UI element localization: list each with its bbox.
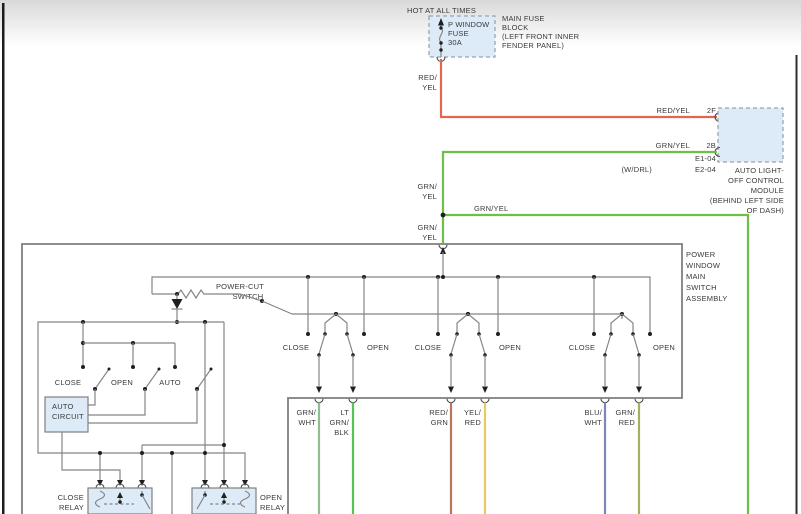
grn-yel-upper-label1: GRN/ <box>417 182 437 191</box>
open-relay-label-line1: OPEN <box>260 493 282 502</box>
conn-ref-e1: E1-04 <box>695 154 716 163</box>
group2-open-label: OPEN <box>499 343 521 352</box>
grn-yel-lower-label1: GRN/ <box>417 223 437 232</box>
pin-2f-label: 2F <box>707 106 716 115</box>
grn-yel-junction-dot <box>441 213 446 218</box>
blu-wht-label-line1: BLU/ <box>585 408 603 417</box>
blu-wht-label-line2: WHT <box>584 418 602 427</box>
fuse-block-label-line3: (LEFT FRONT INNER <box>502 32 580 41</box>
group2-close-label: CLOSE <box>415 343 441 352</box>
wdrl-label: (W/DRL) <box>621 165 652 174</box>
yel-red-label-line2: RED <box>465 418 482 427</box>
grn-yel-branch-label: GRN/YEL <box>474 204 508 213</box>
wiring-diagram-page: HOT AT ALL TIMES P WINDOW FUSE 30A MAIN … <box>0 0 801 514</box>
wiring-diagram: HOT AT ALL TIMES P WINDOW FUSE 30A MAIN … <box>0 0 801 514</box>
page-background <box>0 0 801 514</box>
hot-at-all-times-label: HOT AT ALL TIMES <box>407 6 476 15</box>
red-yel-v-label1: RED/ <box>418 73 437 82</box>
grn-yel-lower-label2: YEL <box>422 233 437 242</box>
fuse-name-line2: FUSE <box>448 29 469 38</box>
lt-grn-blk-label-line3: BLK <box>334 428 349 437</box>
fuse-block-label-line4: FENDER PANEL) <box>502 41 564 50</box>
close-relay-label-line2: RELAY <box>59 503 84 512</box>
red-yel-v-label2: YEL <box>422 83 437 92</box>
fuse-block-label-line1: MAIN FUSE <box>502 14 545 23</box>
group3-close-label: CLOSE <box>569 343 595 352</box>
grn-red-label-line1: GRN/ <box>615 408 635 417</box>
assembly-label-line4: SWITCH <box>686 283 717 292</box>
close-relay-label-line1: CLOSE <box>58 493 84 502</box>
auto-circuit-label-line2: CIRCUIT <box>52 412 84 421</box>
grn-red-label-line2: RED <box>619 418 636 427</box>
fuse-block-label-line2: BLOCK <box>502 23 528 32</box>
left-page-border <box>2 3 5 514</box>
right-page-border <box>796 55 798 514</box>
lt-grn-blk-label-line1: LT <box>340 408 349 417</box>
conn-ref-e2: E2-04 <box>695 165 716 174</box>
grn-wht-label-line2: WHT <box>298 418 316 427</box>
assembly-label-line1: POWER <box>686 250 716 259</box>
left-open-label: OPEN <box>111 378 133 387</box>
top-fade <box>0 0 801 46</box>
pin-2b-label: 2B <box>706 141 716 150</box>
assembly-label-line5: ASSEMBLY <box>686 294 727 303</box>
group1-close-label: CLOSE <box>283 343 309 352</box>
auto-circuit-label-line1: AUTO <box>52 402 74 411</box>
fuse-name-line3: 30A <box>448 38 462 47</box>
module-label-line2: OFF CONTROL <box>728 176 784 185</box>
assembly-label-line3: MAIN <box>686 272 706 281</box>
module-label-line5: OF DASH) <box>747 206 785 215</box>
auto-lightoff-module: AUTO LIGHT- OFF CONTROL MODULE (BEHIND L… <box>710 108 784 215</box>
fuse-name-line1: P WINDOW <box>448 20 490 29</box>
grn-yel-upper-label2: YEL <box>422 192 437 201</box>
red-grn-label-line1: RED/ <box>429 408 448 417</box>
grn-yel-h-label: GRN/YEL <box>656 141 690 150</box>
left-auto-label: AUTO <box>159 378 181 387</box>
auto-circuit: AUTO CIRCUIT <box>45 397 88 432</box>
group3-open-label: OPEN <box>653 343 675 352</box>
open-relay-label-line2: RELAY <box>260 503 285 512</box>
assembly-label-line2: WINDOW <box>686 261 721 270</box>
module-label-line3: MODULE <box>751 186 784 195</box>
module-label-line4: (BEHIND LEFT SIDE <box>710 196 784 205</box>
red-grn-label-line2: GRN <box>431 418 448 427</box>
module-label-line1: AUTO LIGHT- <box>735 166 784 175</box>
module-box <box>718 108 783 162</box>
red-yel-h-label: RED/YEL <box>657 106 691 115</box>
yel-red-label-line1: YEL/ <box>464 408 482 417</box>
group1-open-label: OPEN <box>367 343 389 352</box>
lt-grn-blk-label-line2: GRN/ <box>329 418 349 427</box>
grn-wht-label-line1: GRN/ <box>296 408 316 417</box>
power-cut-label-line1: POWER-CUT <box>216 282 264 291</box>
left-close-label: CLOSE <box>55 378 81 387</box>
